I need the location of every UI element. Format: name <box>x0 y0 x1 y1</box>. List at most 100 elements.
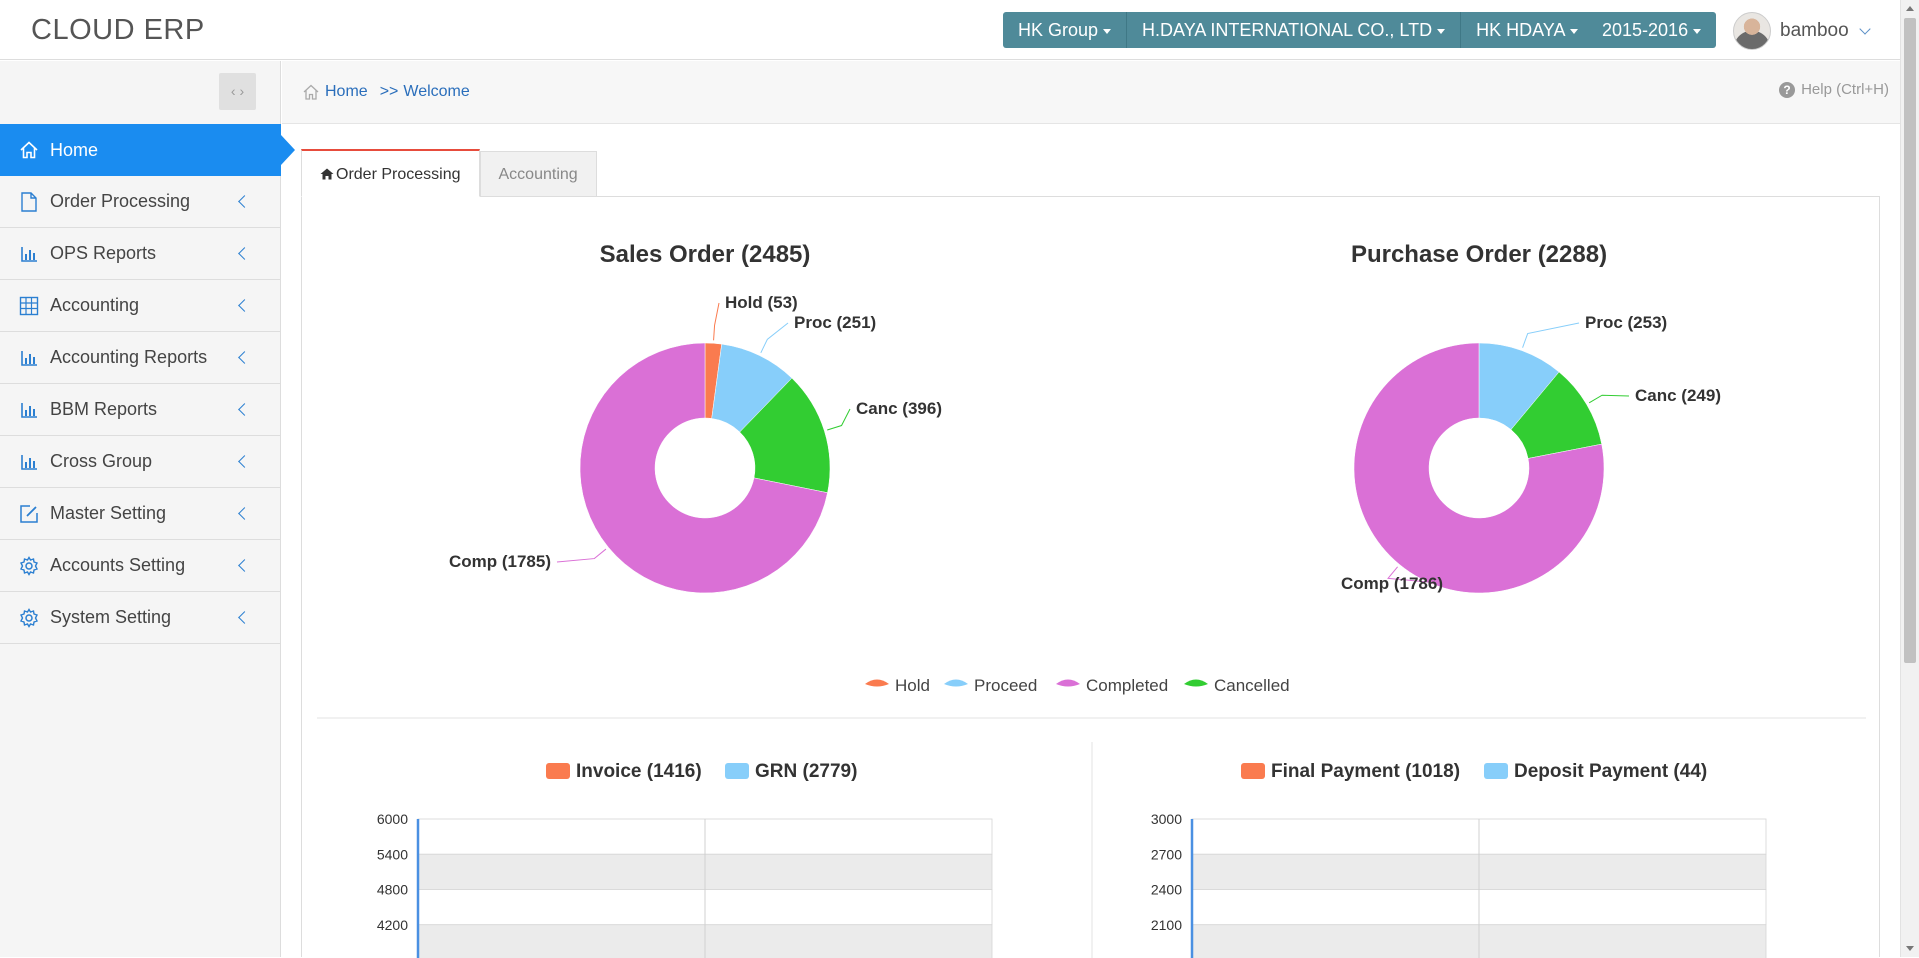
bar-legend-label: Final Payment (1018) <box>1271 761 1460 782</box>
sidebar-item-label: Master Setting <box>50 503 167 523</box>
company-dropdown[interactable]: H.DAYA INTERNATIONAL CO., LTD <box>1127 12 1462 48</box>
sidebar-item-accounts-setting[interactable]: Accounts Setting <box>0 540 281 592</box>
legend-swatch-completed <box>1056 679 1080 687</box>
bar-legend-swatch <box>725 763 749 779</box>
legend-label-proceed: Proceed <box>974 676 1037 695</box>
legend-label-completed: Completed <box>1086 676 1168 695</box>
user-name: bamboo <box>1780 20 1849 41</box>
chevron-left-icon <box>238 247 251 260</box>
legend-swatch-proceed <box>944 679 968 687</box>
scroll-up-arrow-icon[interactable] <box>1906 6 1914 11</box>
y-tick-label: 4200 <box>377 917 408 933</box>
sidebar-item-home[interactable]: Home <box>0 124 295 176</box>
sidebar: ‹ › Home Order Processing OPS Reports Accou… <box>0 61 295 957</box>
pie-label-leader-line <box>827 408 851 431</box>
y-tick-label: 2700 <box>1151 846 1182 862</box>
pie-label-leader-line <box>713 302 720 341</box>
dashboard-tabs: Order Processing Accounting <box>301 149 597 197</box>
chevron-left-icon <box>238 403 251 416</box>
year-label: 2015-2016 <box>1602 20 1689 40</box>
breadcrumb-bar: Home >> Welcome ? Help (Ctrl+H) <box>282 61 1900 124</box>
sidebar-collapse-button[interactable]: ‹ › <box>219 73 256 110</box>
sidebar-item-cross-group[interactable]: Cross Group <box>0 436 281 488</box>
chevron-down-icon <box>1859 22 1871 35</box>
help-icon: ? <box>1779 81 1796 98</box>
sidebar-item-bbm-reports[interactable]: BBM Reports <box>0 384 281 436</box>
branch-dropdown[interactable]: HK HDAYA <box>1461 12 1594 48</box>
help-link[interactable]: ? Help (Ctrl+H) <box>1779 81 1889 98</box>
sales-order-chart-title: Sales Order (2485) <box>600 241 811 268</box>
page-scrollbar[interactable] <box>1900 0 1919 957</box>
y-tick-label: 2400 <box>1151 882 1182 898</box>
sidebar-item-order-processing[interactable]: Order Processing <box>0 176 281 228</box>
breadcrumb-current[interactable]: Welcome <box>403 83 469 101</box>
caret-down-icon <box>1693 28 1702 34</box>
purchase-order-chart-title: Purchase Order (2288) <box>1351 241 1607 268</box>
year-dropdown[interactable]: 2015-2016 <box>1587 12 1717 48</box>
sidebar-nav: Home Order Processing OPS Reports Accountin… <box>0 124 295 644</box>
branch-label: HK HDAYA <box>1476 20 1566 40</box>
tab-accounting[interactable]: Accounting <box>479 151 597 197</box>
bar-legend-label: Deposit Payment (44) <box>1514 761 1707 782</box>
y-tick-label: 2100 <box>1151 917 1182 933</box>
gear-icon <box>19 555 39 576</box>
pie-slice-label: Canc (396) <box>856 399 942 418</box>
scroll-down-arrow-icon[interactable] <box>1906 946 1914 951</box>
chevron-left-icon <box>238 351 251 364</box>
bar-chart-icon <box>19 348 39 368</box>
pie-slice-label: Comp (1785) <box>449 552 551 571</box>
breadcrumb-home-link[interactable]: Home <box>325 83 368 101</box>
help-label: Help (Ctrl+H) <box>1801 81 1889 98</box>
sidebar-item-label: Cross Group <box>50 451 153 471</box>
gear-icon <box>19 607 39 628</box>
chevron-left-icon <box>238 455 251 468</box>
group-dropdown[interactable]: HK Group <box>1003 12 1128 48</box>
tab-label: Order Processing <box>336 166 461 183</box>
pie-slice-label: Hold (53) <box>725 293 798 312</box>
sidebar-item-system-setting[interactable]: System Setting <box>0 592 281 644</box>
sidebar-item-label: Accounting Reports <box>50 347 208 367</box>
order-processing-panel: Sales Order (2485) Hold (53) Proc (251) Can… <box>301 196 1880 958</box>
scroll-thumb[interactable] <box>1904 18 1916 663</box>
chevron-left-icon <box>238 507 251 520</box>
sidebar-item-accounting-reports[interactable]: Accounting Reports <box>0 332 281 384</box>
legend-swatch-hold <box>865 679 889 687</box>
sidebar-item-label: Home <box>50 139 99 160</box>
y-tick-label: 5400 <box>377 846 408 862</box>
edit-icon <box>19 504 39 524</box>
y-tick-label: 3000 <box>1151 811 1182 827</box>
pie-slice-label: Canc (249) <box>1635 386 1721 405</box>
sidebar-item-label: Order Processing <box>50 191 191 211</box>
bar-chart-icon <box>19 452 39 472</box>
sidebar-item-ops-reports[interactable]: OPS Reports <box>0 228 281 280</box>
y-tick-label: 6000 <box>377 811 408 827</box>
pie-label-leader-line <box>1588 394 1630 404</box>
sidebar-item-label: Accounts Setting <box>50 555 186 575</box>
caret-down-icon <box>1103 28 1112 34</box>
pie-label-leader-line <box>556 548 607 563</box>
bar-legend-swatch <box>1484 763 1508 779</box>
legend-swatch-cancelled <box>1184 679 1208 687</box>
chevron-left-icon <box>238 299 251 312</box>
chevron-left-icon <box>238 559 251 572</box>
sidebar-item-label: Accounting <box>50 295 140 315</box>
sidebar-item-master-setting[interactable]: Master Setting <box>0 488 281 540</box>
bar-legend-label: GRN (2779) <box>755 761 857 782</box>
bar-legend-swatch <box>1241 763 1265 779</box>
caret-down-icon <box>1570 28 1579 34</box>
grid-table-icon <box>19 296 39 316</box>
pie-slice-label: Proc (251) <box>794 313 876 332</box>
breadcrumb: Home >> Welcome <box>302 83 470 101</box>
bar-chart-icon <box>19 244 39 264</box>
sidebar-item-label: OPS Reports <box>50 243 157 263</box>
tab-order-processing[interactable]: Order Processing <box>301 149 480 197</box>
sidebar-item-accounting[interactable]: Accounting <box>0 280 281 332</box>
user-menu[interactable]: bamboo <box>1733 12 1871 50</box>
pie-slice-label: Proc (253) <box>1585 313 1667 332</box>
bar-legend-label: Invoice (1416) <box>576 761 702 782</box>
year-selector-group: 2015-2016 <box>1587 12 1717 48</box>
group-label: HK Group <box>1018 20 1099 40</box>
charts-canvas: Sales Order (2485) Hold (53)Proc (251) Can… <box>317 241 1866 958</box>
document-icon <box>19 191 39 212</box>
avatar <box>1733 12 1771 50</box>
